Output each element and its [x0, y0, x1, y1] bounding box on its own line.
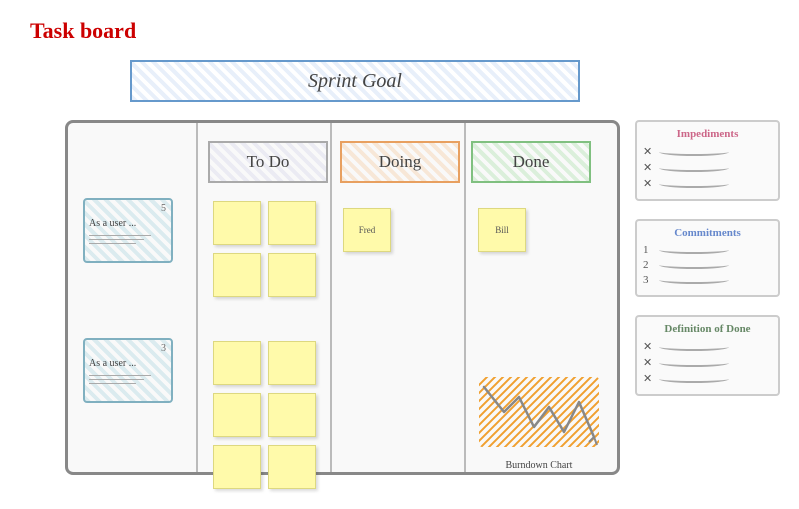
commitments-row-1: 1: [643, 244, 772, 256]
dod-title: Definition of Done: [643, 323, 772, 335]
done-task-label: Bill: [495, 225, 509, 235]
burndown-label: Burndown Chart: [479, 460, 599, 471]
dod-row-3: ✕: [643, 372, 772, 385]
story-label-1: As a user ...: [89, 218, 167, 229]
squiggle-c1: [659, 246, 729, 254]
todo-task-4[interactable]: [268, 253, 316, 297]
doing-task-label: Fred: [359, 225, 376, 235]
column-header-todo: To Do: [208, 141, 328, 183]
column-divider-3: [464, 123, 466, 472]
user-story-card-2[interactable]: 3 As a user ...: [83, 338, 173, 403]
impediments-title: Impediments: [643, 128, 772, 140]
todo-task-5[interactable]: [213, 341, 261, 385]
todo-task-9[interactable]: [213, 445, 261, 489]
column-divider-1: [196, 123, 198, 472]
column-divider-2: [330, 123, 332, 472]
todo-task-6[interactable]: [268, 341, 316, 385]
sprint-goal-banner: Sprint Goal: [130, 60, 580, 102]
todo-task-1[interactable]: [213, 201, 261, 245]
squiggle-d2: [659, 359, 729, 367]
todo-task-8[interactable]: [268, 393, 316, 437]
commitments-row-2: 2: [643, 259, 772, 271]
squiggle-1: [659, 148, 729, 156]
commitments-row-3: 3: [643, 274, 772, 286]
squiggle-2: [659, 164, 729, 172]
num-1: 1: [643, 244, 655, 256]
doing-task-fred[interactable]: Fred: [343, 208, 391, 252]
story-number-1: 5: [161, 203, 166, 214]
user-story-card-1[interactable]: 5 As a user ...: [83, 198, 173, 263]
x-mark-d1: ✕: [643, 340, 655, 353]
squiggle-c3: [659, 276, 729, 284]
squiggle-d1: [659, 343, 729, 351]
squiggle-c2: [659, 261, 729, 269]
impediments-row-3: ✕: [643, 177, 772, 190]
right-panel: Impediments ✕ ✕ ✕ Commitments 1 2 3: [635, 120, 780, 414]
x-mark-2: ✕: [643, 161, 655, 174]
impediments-row-2: ✕: [643, 161, 772, 174]
x-mark-d3: ✕: [643, 372, 655, 385]
commitments-card: Commitments 1 2 3: [635, 219, 780, 297]
done-task-bill[interactable]: Bill: [478, 208, 526, 252]
sprint-goal-text: Sprint Goal: [308, 70, 402, 93]
num-2: 2: [643, 259, 655, 271]
dod-card: Definition of Done ✕ ✕ ✕: [635, 315, 780, 396]
burndown-chart-area[interactable]: Burndown Chart: [479, 377, 599, 452]
x-mark-1: ✕: [643, 145, 655, 158]
commitments-title: Commitments: [643, 227, 772, 239]
burndown-svg: [479, 377, 599, 452]
dod-row-2: ✕: [643, 356, 772, 369]
todo-task-3[interactable]: [213, 253, 261, 297]
todo-task-7[interactable]: [213, 393, 261, 437]
story-label-2: As a user ...: [89, 358, 167, 369]
todo-task-2[interactable]: [268, 201, 316, 245]
squiggle-d3: [659, 375, 729, 383]
column-header-done: Done: [471, 141, 591, 183]
impediments-row-1: ✕: [643, 145, 772, 158]
main-board: To Do Doing Done 5 As a user ... 3 As a …: [65, 120, 620, 475]
column-header-doing: Doing: [340, 141, 460, 183]
x-mark-d2: ✕: [643, 356, 655, 369]
squiggle-3: [659, 180, 729, 188]
x-mark-3: ✕: [643, 177, 655, 190]
impediments-card: Impediments ✕ ✕ ✕: [635, 120, 780, 201]
dod-row-1: ✕: [643, 340, 772, 353]
page-title: Task board: [30, 18, 136, 44]
todo-task-10[interactable]: [268, 445, 316, 489]
story-number-2: 3: [161, 343, 166, 354]
num-3: 3: [643, 274, 655, 286]
